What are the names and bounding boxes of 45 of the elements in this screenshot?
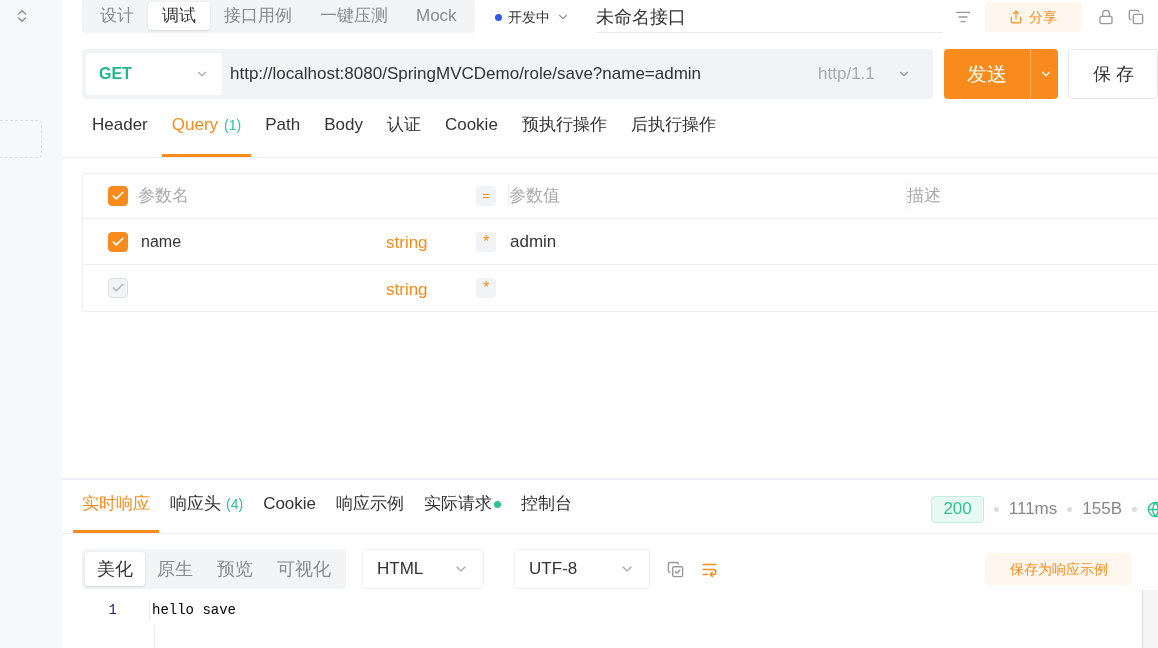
lock-icon[interactable] bbox=[1097, 9, 1114, 25]
encoding-select[interactable]: UTF-8 bbox=[514, 549, 650, 589]
request-tab[interactable]: 后执行操作 bbox=[620, 112, 726, 157]
request-tab[interactable]: Path bbox=[255, 112, 311, 157]
request-tab[interactable]: Cookie bbox=[434, 112, 508, 157]
share-icon bbox=[1009, 10, 1024, 24]
copy-icon[interactable] bbox=[667, 560, 684, 578]
request-tab[interactable]: Body bbox=[314, 112, 373, 157]
column-header: 参数值 bbox=[508, 183, 906, 209]
check-icon bbox=[111, 189, 125, 203]
equals-icon: = bbox=[476, 186, 496, 206]
check-icon bbox=[111, 281, 125, 295]
response-tab[interactable]: 控制台 bbox=[512, 491, 582, 533]
param-type: string bbox=[386, 278, 429, 301]
code-line: hello save bbox=[149, 600, 236, 621]
param-type: string bbox=[386, 232, 429, 255]
response-tab[interactable]: 响应示例 bbox=[327, 491, 414, 533]
response-time: 111ms bbox=[1008, 498, 1058, 521]
placeholder-box bbox=[0, 120, 42, 158]
param-value: admin bbox=[510, 230, 557, 253]
checkbox[interactable] bbox=[108, 231, 128, 252]
response-tab[interactable]: Cookie bbox=[254, 491, 326, 533]
response-size: 155B bbox=[1082, 498, 1122, 521]
response-tab[interactable]: 响应头 (4) bbox=[161, 491, 253, 533]
required-icon: * bbox=[476, 231, 496, 252]
request-tab[interactable]: Header bbox=[82, 112, 158, 157]
column-header: 参数名 bbox=[138, 185, 190, 208]
save-button[interactable]: 保 存 bbox=[1068, 49, 1158, 99]
response-tab[interactable]: 实际请求 bbox=[415, 491, 511, 533]
param-name: name bbox=[141, 232, 182, 250]
view-tab[interactable]: 美化 bbox=[85, 552, 145, 586]
request-tab[interactable]: 认证 bbox=[376, 112, 431, 157]
line-number: 1 bbox=[107, 601, 117, 620]
scrollbar[interactable] bbox=[1142, 590, 1158, 648]
duplicate-icon[interactable] bbox=[1127, 9, 1144, 25]
status-code-badge: 200 bbox=[931, 495, 984, 523]
checkbox[interactable] bbox=[108, 186, 128, 206]
request-tab[interactable]: 预执行操作 bbox=[511, 112, 617, 157]
api-name-field[interactable]: 未命名接口 bbox=[595, 1, 943, 33]
required-icon: * bbox=[476, 278, 496, 298]
status-dropdown[interactable]: 开发中 bbox=[494, 6, 570, 28]
mode-tab[interactable]: 调试 bbox=[148, 2, 210, 30]
url-bar[interactable]: GET http://localhost:8080/SpringMVCDemo/role/save?name=admin http/1.1 bbox=[82, 49, 933, 99]
column-header: 描述 bbox=[906, 183, 941, 209]
format-select[interactable]: HTML bbox=[362, 549, 484, 589]
